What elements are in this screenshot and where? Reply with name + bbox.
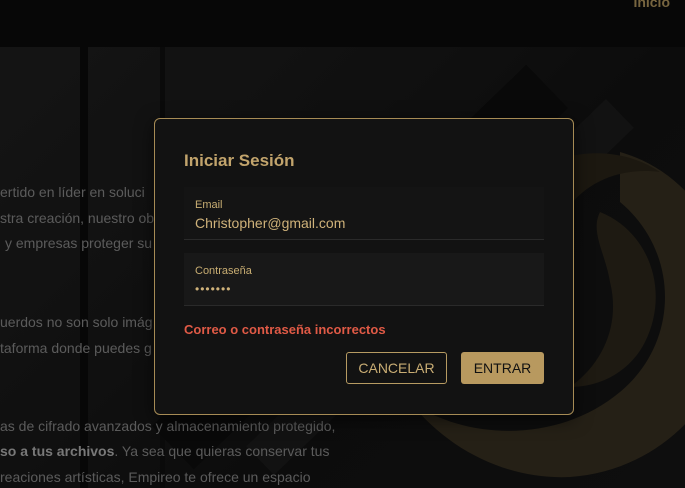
- cancel-button[interactable]: CANCELAR: [346, 352, 447, 384]
- submit-button[interactable]: ENTRAR: [461, 352, 544, 384]
- login-dialog: Iniciar Sesión Email Contraseña ••••••• …: [154, 118, 574, 415]
- password-label: Contraseña: [195, 265, 252, 277]
- email-label: Email: [195, 199, 223, 211]
- password-field[interactable]: Contraseña •••••••: [184, 253, 544, 306]
- password-input[interactable]: •••••••: [195, 282, 525, 296]
- email-input[interactable]: [195, 215, 525, 231]
- dialog-title: Iniciar Sesión: [184, 151, 295, 170]
- email-field[interactable]: Email: [184, 187, 544, 240]
- error-message: Correo o contraseña incorrectos: [184, 322, 386, 337]
